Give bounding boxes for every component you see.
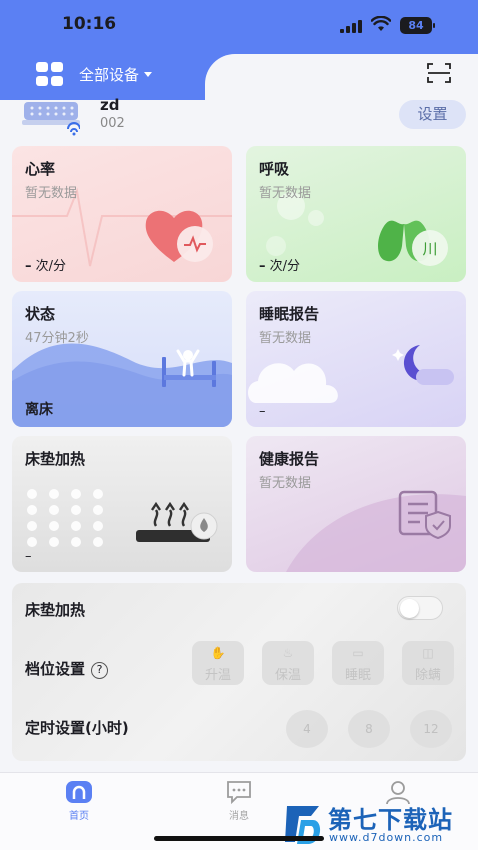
battery-cap	[433, 23, 435, 28]
out-of-bed-icon	[162, 349, 216, 387]
heating-label: 床垫加热	[25, 601, 86, 619]
level-label-text: 档位设置	[25, 660, 86, 678]
mode-anti-mite-label: 除螨	[414, 668, 441, 683]
grid-icon	[36, 62, 64, 86]
mattress-heat-title: 床垫加热	[25, 450, 86, 468]
home-icon	[66, 781, 92, 803]
device-selector[interactable]: 全部设备	[36, 60, 153, 88]
watermark-url: www.d7down.com	[329, 831, 444, 844]
level-label: 档位设置?	[25, 658, 109, 679]
message-icon	[227, 781, 251, 805]
breath-value: – 次/分	[259, 255, 300, 274]
heart-rate-title: 心率	[25, 160, 56, 178]
keep-warm-icon: ♨	[282, 646, 294, 660]
scan-icon[interactable]	[427, 62, 451, 84]
moon-icon	[392, 345, 454, 385]
timer-label: 定时设置(小时)	[25, 719, 129, 737]
mode-sleep-label: 睡眠	[344, 668, 371, 683]
sleep-report-value: –	[259, 404, 266, 419]
tab-messages-label: 消息	[229, 811, 249, 822]
svg-text:川: 川	[422, 240, 437, 258]
mattress-heat-card[interactable]: 床垫加热 –	[12, 436, 232, 572]
mode-sleep-button[interactable]: ▭ 睡眠	[332, 641, 384, 685]
device-name: zd	[100, 96, 120, 114]
home-indicator[interactable]	[154, 836, 324, 841]
mode-warm-up-label: 升温	[204, 668, 231, 683]
mode-warm-up-button[interactable]: ✋ 升温	[192, 641, 244, 685]
health-report-subtitle: 暂无数据	[259, 476, 312, 491]
device-id: 002	[100, 116, 125, 131]
mattress-heat-value: –	[25, 549, 32, 564]
breath-subtitle: 暂无数据	[259, 186, 312, 201]
status-time: 10:16	[62, 14, 117, 34]
health-report-title: 健康报告	[259, 450, 320, 468]
state-duration: 47分钟2秒	[25, 331, 89, 346]
timer-12-button[interactable]: 12	[410, 710, 452, 748]
bed-icon: ▭	[352, 646, 364, 660]
breath-card[interactable]: 呼吸 暂无数据 川 – 次/分	[246, 146, 466, 282]
battery-icon: 84	[400, 17, 432, 34]
report-icon	[398, 490, 451, 540]
help-icon[interactable]: ?	[91, 662, 109, 679]
signal-icon	[340, 20, 362, 33]
lungs-icon: 川	[378, 208, 448, 266]
timer-8-button[interactable]: 8	[348, 710, 390, 748]
status-bar: 10:16 84	[0, 0, 478, 52]
heart-rate-unit: 次/分	[35, 259, 67, 274]
tab-messages[interactable]: 消息	[209, 779, 269, 822]
heart-rate-subtitle: 暂无数据	[25, 186, 78, 201]
heart-rate-value: – 次/分	[25, 255, 66, 274]
heart-rate-number: –	[25, 259, 32, 274]
heart-rate-card[interactable]: 心率 暂无数据 – 次/分	[12, 146, 232, 282]
heart-icon	[145, 210, 213, 262]
wifi-icon	[371, 16, 391, 31]
breath-number: –	[259, 259, 266, 274]
timer-4-button[interactable]: 4	[286, 710, 328, 748]
heating-toggle[interactable]	[397, 596, 443, 620]
mite-icon: ◫	[422, 646, 434, 660]
device-selector-label: 全部设备	[79, 65, 140, 84]
breath-unit: 次/分	[269, 259, 301, 274]
state-card[interactable]: 状态 47分钟2秒 离床	[12, 291, 232, 427]
watermark-title: 第七下载站	[328, 806, 453, 834]
device-row[interactable]: zd 002 设置	[20, 96, 466, 136]
heating-control-panel: 床垫加热 档位设置? ✋ 升温 ♨ 保温 ▭ 睡眠 ◫ 除螨 定时设置(小时) 4 8 …	[12, 583, 466, 761]
health-report-card[interactable]: 健康报告 暂无数据	[246, 436, 466, 572]
mode-anti-mite-button[interactable]: ◫ 除螨	[402, 641, 454, 685]
tab-home-label: 首页	[69, 811, 89, 822]
mode-keep-warm-button[interactable]: ♨ 保温	[262, 641, 314, 685]
mattress-device-icon	[22, 102, 80, 136]
sleep-report-title: 睡眠报告	[259, 305, 320, 323]
tab-home[interactable]: 首页	[49, 779, 109, 822]
heating-pad-icon	[136, 501, 218, 542]
settings-button[interactable]: 设置	[399, 100, 466, 129]
breath-title: 呼吸	[259, 160, 290, 178]
state-title: 状态	[25, 305, 56, 323]
caret-down-icon	[144, 71, 153, 77]
sleep-report-card[interactable]: 睡眠报告 暂无数据 –	[246, 291, 466, 427]
mode-keep-warm-label: 保温	[274, 668, 301, 683]
sleep-report-subtitle: 暂无数据	[259, 331, 312, 346]
warm-up-icon: ✋	[210, 646, 226, 660]
state-value: 离床	[25, 402, 53, 418]
